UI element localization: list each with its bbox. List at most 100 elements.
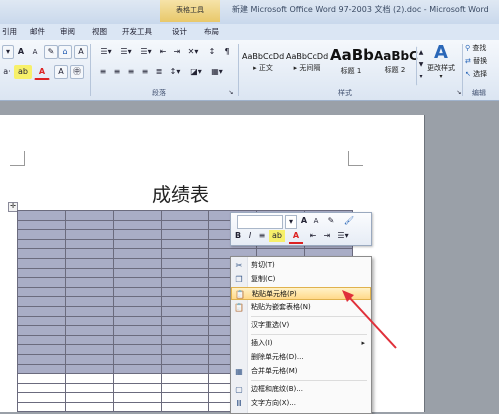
table-cell[interactable] bbox=[17, 382, 66, 394]
enclosed-char-icon[interactable]: ㊥ bbox=[70, 65, 84, 79]
table-cell[interactable] bbox=[17, 286, 66, 298]
table-cell[interactable] bbox=[112, 257, 162, 269]
align-left-icon[interactable]: ≡ bbox=[96, 65, 110, 79]
table-cell[interactable] bbox=[160, 296, 210, 307]
table-cell[interactable] bbox=[112, 210, 162, 221]
select-button[interactable]: ↖ 选择 bbox=[465, 69, 487, 79]
change-styles-button[interactable]: A 更改样式 ▾ bbox=[426, 42, 456, 86]
table-cell[interactable] bbox=[64, 373, 114, 384]
grow-font-button[interactable]: A bbox=[14, 45, 28, 59]
table-cell[interactable] bbox=[64, 229, 114, 240]
table-cell[interactable] bbox=[17, 219, 66, 231]
justify-icon[interactable]: ≡ bbox=[138, 65, 152, 79]
table-cell[interactable] bbox=[64, 219, 114, 231]
table-cell[interactable] bbox=[160, 305, 210, 317]
table-cell[interactable] bbox=[17, 334, 66, 346]
borders-icon[interactable]: ▦▾ bbox=[206, 65, 228, 79]
table-cell[interactable] bbox=[17, 363, 66, 375]
table-cell[interactable] bbox=[64, 363, 114, 375]
multilevel-list-icon[interactable]: ☰▾ bbox=[136, 45, 156, 59]
mini-italic-button[interactable]: I bbox=[245, 230, 255, 242]
table-cell[interactable] bbox=[64, 257, 114, 269]
table-cell[interactable] bbox=[112, 238, 162, 250]
table-cell[interactable] bbox=[160, 382, 210, 394]
table-cell[interactable] bbox=[160, 334, 210, 346]
table-cell[interactable] bbox=[112, 229, 162, 240]
table-cell[interactable] bbox=[17, 257, 66, 269]
table-cell[interactable] bbox=[17, 373, 66, 384]
table-cell[interactable] bbox=[64, 315, 114, 327]
shading-icon[interactable]: ◪▾ bbox=[186, 65, 206, 79]
table-cell[interactable] bbox=[112, 305, 162, 317]
increase-indent-icon[interactable]: ⇥ bbox=[170, 45, 184, 59]
menu-item-merge-cells[interactable]: ▦ 合并单元格(M) bbox=[231, 365, 371, 378]
table-cell[interactable] bbox=[64, 382, 114, 394]
mini-increase-indent-icon[interactable]: ⇥ bbox=[321, 230, 333, 242]
tab-view[interactable]: 视图 bbox=[92, 26, 107, 37]
replace-button[interactable]: ⇄ 替换 bbox=[465, 56, 487, 66]
table-cell[interactable] bbox=[17, 305, 66, 317]
table-cell[interactable] bbox=[17, 344, 66, 355]
style-heading-2[interactable]: AaBbC 标题 2 bbox=[374, 44, 418, 86]
table-cell[interactable] bbox=[64, 238, 114, 250]
table-cell[interactable] bbox=[160, 267, 210, 279]
table-cell[interactable] bbox=[160, 315, 210, 327]
table-cell[interactable] bbox=[17, 238, 66, 250]
document-heading[interactable]: 成绩表 bbox=[152, 180, 209, 207]
mini-bullets-icon[interactable]: ☰▾ bbox=[335, 230, 351, 242]
table-cell[interactable] bbox=[17, 353, 66, 365]
table-cell[interactable] bbox=[64, 353, 114, 365]
table-cell[interactable] bbox=[160, 210, 210, 221]
tab-references[interactable]: 引用 bbox=[2, 26, 17, 37]
style-normal[interactable]: AaBbCcDd ▸ 正文 bbox=[242, 44, 284, 86]
menu-item-borders-shading[interactable]: ▢ 边框和底纹(B)... bbox=[231, 383, 371, 396]
menu-item-cut[interactable]: ✂ 剪切(T) bbox=[231, 259, 371, 272]
mini-highlight-button[interactable]: ab bbox=[269, 230, 285, 242]
mini-shrink-font-button[interactable]: A bbox=[311, 215, 321, 227]
table-cell[interactable] bbox=[64, 248, 114, 259]
table-cell[interactable] bbox=[64, 267, 114, 279]
distribute-icon[interactable]: ≣ bbox=[152, 65, 166, 79]
table-cell[interactable] bbox=[17, 296, 66, 307]
style-heading-1[interactable]: AaBb 标题 1 bbox=[330, 44, 374, 86]
table-cell[interactable] bbox=[112, 392, 162, 403]
table-cell[interactable] bbox=[160, 219, 210, 231]
table-cell[interactable] bbox=[112, 296, 162, 307]
mini-bold-button[interactable]: B bbox=[233, 230, 243, 242]
table-cell[interactable] bbox=[64, 210, 114, 221]
table-cell[interactable] bbox=[112, 382, 162, 394]
table-cell[interactable] bbox=[160, 325, 210, 336]
mini-format-painter-icon[interactable]: 🖌 bbox=[343, 215, 355, 227]
table-cell[interactable] bbox=[17, 210, 66, 221]
table-cell[interactable] bbox=[112, 325, 162, 336]
char-border-icon[interactable]: ⌂ bbox=[58, 45, 72, 59]
align-right-icon[interactable]: ≡ bbox=[124, 65, 138, 79]
highlight-color-button[interactable]: ab bbox=[14, 65, 32, 79]
tab-mailings[interactable]: 邮件 bbox=[30, 26, 45, 37]
font-color-button[interactable]: A bbox=[34, 65, 50, 80]
char-shading-button[interactable]: A bbox=[54, 65, 68, 79]
table-cell[interactable] bbox=[112, 373, 162, 384]
show-marks-icon[interactable]: ¶ bbox=[220, 45, 234, 59]
mini-style-icon[interactable]: ✎ bbox=[325, 215, 337, 227]
table-cell[interactable] bbox=[160, 286, 210, 298]
table-cell[interactable] bbox=[160, 373, 210, 384]
table-cell[interactable] bbox=[160, 229, 210, 240]
table-cell[interactable] bbox=[17, 392, 66, 403]
table-cell[interactable] bbox=[64, 344, 114, 355]
table-cell[interactable] bbox=[112, 219, 162, 231]
mini-font-size-field[interactable]: ▾ bbox=[285, 215, 297, 229]
table-cell[interactable] bbox=[160, 401, 210, 413]
table-cell[interactable] bbox=[64, 392, 114, 403]
table-cell[interactable] bbox=[160, 257, 210, 269]
table-cell[interactable] bbox=[112, 248, 162, 259]
table-cell[interactable] bbox=[64, 296, 114, 307]
mini-font-name-field[interactable] bbox=[237, 215, 283, 229]
table-cell[interactable] bbox=[160, 277, 210, 288]
paragraph-dialog-launcher-icon[interactable]: ↘ bbox=[226, 86, 236, 100]
table-cell[interactable] bbox=[160, 248, 210, 259]
decrease-indent-icon[interactable]: ⇤ bbox=[156, 45, 170, 59]
mini-font-color-button[interactable]: A bbox=[289, 230, 303, 244]
mini-grow-font-button[interactable]: A bbox=[299, 215, 309, 227]
sort-icon[interactable]: ↕ bbox=[204, 45, 220, 59]
